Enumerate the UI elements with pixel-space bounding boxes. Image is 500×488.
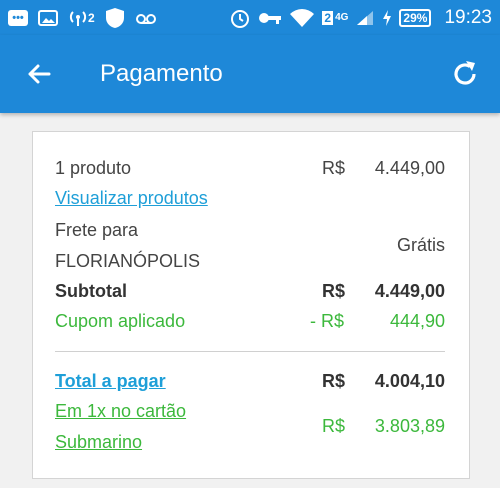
key-icon bbox=[258, 11, 282, 25]
back-button[interactable] bbox=[22, 57, 56, 91]
subtotal-label: Subtotal bbox=[55, 281, 127, 301]
coupon-amount: 444,90 bbox=[389, 311, 445, 331]
clock: 19:23 bbox=[444, 6, 492, 28]
products-amount: 4.449,00 bbox=[374, 158, 445, 178]
total-row: Total a pagar R$ 4.004,10 bbox=[55, 371, 445, 392]
coupon-label: Cupom aplicado bbox=[55, 311, 186, 331]
divider bbox=[55, 351, 445, 352]
total-label-link[interactable]: Total a pagar bbox=[55, 371, 166, 391]
battery-level: 29% bbox=[399, 8, 432, 27]
products-row: 1 produto R$ 4.449,00 bbox=[55, 158, 445, 179]
page-title: Pagamento bbox=[100, 60, 223, 87]
gallery-icon bbox=[38, 9, 58, 26]
wifi-icon bbox=[289, 8, 315, 28]
shipping-city-row: FLORIANÓPOLIS bbox=[55, 251, 445, 272]
arrow-left-icon bbox=[28, 64, 51, 84]
status-bar: ••• 2 2 4G 29% 19:23 bbox=[0, 0, 500, 35]
products-currency: R$ bbox=[322, 158, 346, 178]
network-type: 4G bbox=[335, 12, 349, 23]
status-badge: 2 bbox=[88, 10, 95, 25]
shipping-label-line2: FLORIANÓPOLIS bbox=[55, 251, 201, 271]
charging-icon bbox=[382, 9, 392, 27]
total-currency: R$ bbox=[322, 371, 346, 391]
view-products-row: Visualizar produtos bbox=[55, 188, 445, 209]
network-indicator: 2 4G bbox=[322, 10, 349, 25]
order-summary-card: 1 produto R$ 4.449,00 Visualizar produto… bbox=[32, 131, 470, 479]
card-payment-label-line2[interactable]: Submarino bbox=[55, 432, 142, 452]
coupon-row: Cupom aplicado - R$ 444,90 bbox=[55, 311, 445, 332]
subtotal-row: Subtotal R$ 4.449,00 bbox=[55, 281, 445, 302]
messages-icon: ••• bbox=[8, 9, 28, 26]
card-payment-label-line1[interactable]: Em 1x no cartão bbox=[55, 401, 186, 421]
app-bar: Pagamento bbox=[0, 35, 500, 113]
total-amount: 4.004,10 bbox=[374, 371, 445, 391]
shipping-row: Frete para bbox=[55, 220, 445, 241]
hotspot-icon: 2 bbox=[68, 9, 95, 27]
signal-icon bbox=[355, 9, 375, 27]
subtotal-amount: 4.449,00 bbox=[374, 281, 445, 301]
card-brand-row: Submarino bbox=[55, 432, 445, 453]
network-level: 2 bbox=[322, 10, 334, 25]
shipping-label-line1: Frete para bbox=[55, 220, 139, 240]
shield-icon bbox=[105, 7, 125, 29]
coupon-currency: - R$ bbox=[310, 311, 345, 331]
alarm-icon bbox=[229, 7, 251, 29]
refresh-icon bbox=[454, 61, 476, 85]
view-products-link[interactable]: Visualizar produtos bbox=[55, 188, 208, 208]
voicemail-icon bbox=[135, 11, 157, 25]
products-label: 1 produto bbox=[55, 158, 132, 178]
subtotal-currency: R$ bbox=[322, 281, 346, 301]
refresh-button[interactable] bbox=[448, 57, 482, 91]
